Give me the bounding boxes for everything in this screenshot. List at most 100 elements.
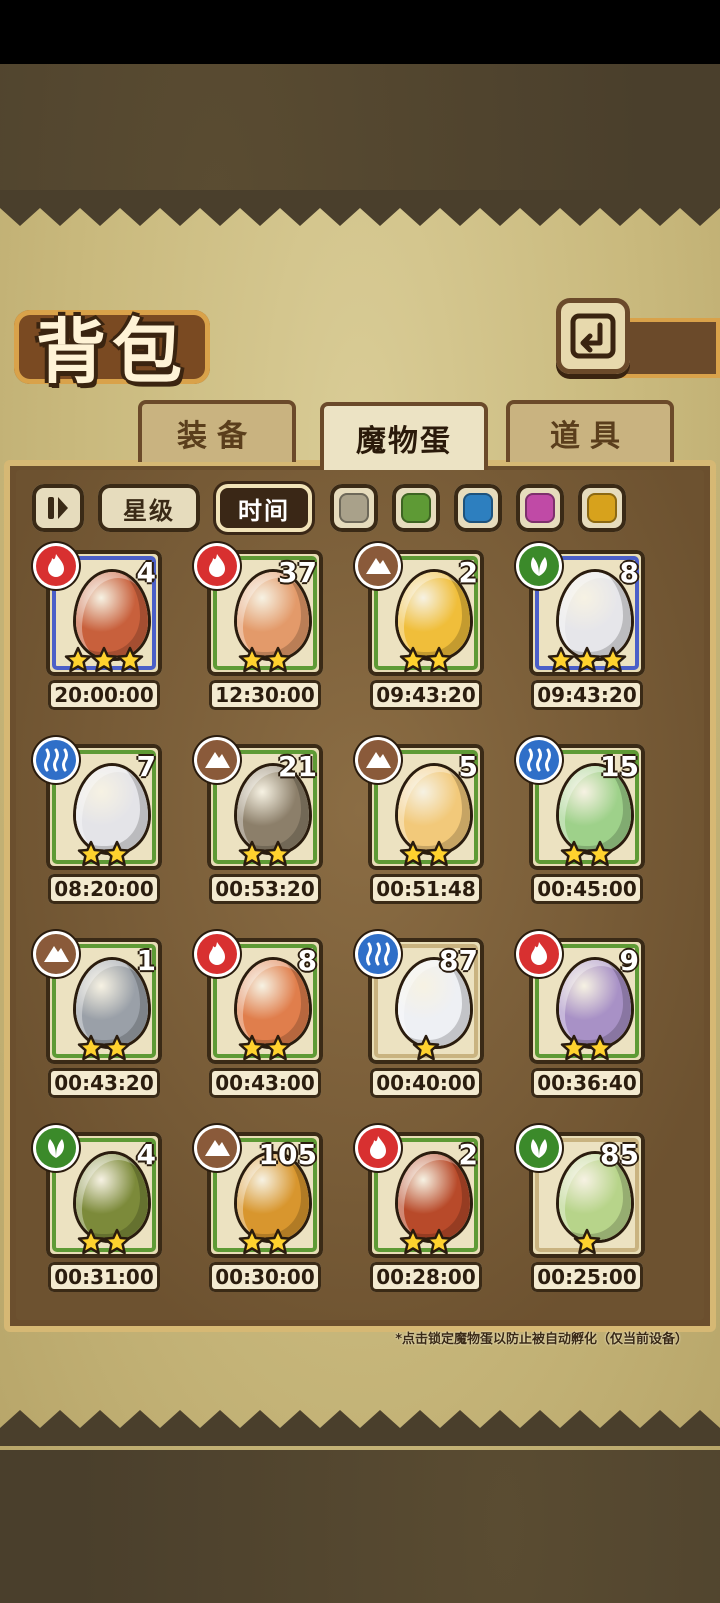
star-rating: [521, 840, 653, 870]
zigzag-top-edge: [0, 190, 720, 226]
egg-card[interactable]: 105 00:30:00: [197, 1128, 331, 1294]
star-icon: [560, 1034, 588, 1062]
tab-monster-eggs[interactable]: 魔物蛋: [320, 402, 488, 470]
hatch-timer: 00:36:40: [531, 1068, 643, 1098]
hatch-timer: 12:30:00: [209, 680, 321, 710]
egg-card[interactable]: 8 09:43:20: [519, 546, 653, 712]
hatch-timer: 09:43:20: [531, 680, 643, 710]
star-icon: [586, 840, 614, 868]
lock-hint-footnote: *点击锁定魔物蛋以防止被自动孵化（仅当前设备）: [395, 1332, 688, 1347]
star-icon: [412, 1034, 440, 1062]
star-rating: [199, 1034, 331, 1064]
tab-items[interactable]: 道具: [506, 400, 674, 462]
hatch-timer: 00:43:00: [209, 1068, 321, 1098]
star-icon: [238, 840, 266, 868]
sort-order-button[interactable]: [32, 484, 84, 532]
filter-green-swatch[interactable]: [392, 484, 440, 532]
star-icon: [399, 840, 427, 868]
nature-element-icon: [519, 546, 559, 586]
star-rating: [521, 1034, 653, 1064]
star-icon: [238, 1034, 266, 1062]
egg-count: 8: [619, 556, 639, 589]
tab-equipment-label: 装备: [177, 419, 257, 454]
hatch-timer: 00:51:48: [370, 874, 482, 904]
star-icon: [573, 646, 601, 674]
egg-count: 4: [136, 1138, 156, 1171]
back-button[interactable]: [556, 298, 630, 374]
fire-element-icon: [36, 546, 76, 586]
egg-count: 15: [600, 750, 639, 783]
egg-card[interactable]: 8 00:43:00: [197, 934, 331, 1100]
star-icon: [264, 1228, 292, 1256]
star-icon: [425, 840, 453, 868]
egg-card[interactable]: 5 00:51:48: [358, 740, 492, 906]
egg-card[interactable]: 87 00:40:00: [358, 934, 492, 1100]
star-rating: [521, 1228, 653, 1258]
star-rating: [199, 840, 331, 870]
egg-count: 8: [297, 944, 317, 977]
egg-card[interactable]: 1 00:43:20: [36, 934, 170, 1100]
hatch-timer: 00:31:00: [48, 1262, 160, 1292]
hatch-timer: 08:20:00: [48, 874, 160, 904]
egg-count: 87: [439, 944, 478, 977]
star-icon: [425, 646, 453, 674]
fire-element-icon: [197, 546, 237, 586]
egg-count: 21: [278, 750, 317, 783]
water-element-icon: [519, 740, 559, 780]
star-icon: [238, 1228, 266, 1256]
egg-card[interactable]: 4 00:31:00: [36, 1128, 170, 1294]
tab-items-label: 道具: [550, 419, 630, 454]
egg-count: 9: [619, 944, 639, 977]
hatch-timer: 00:45:00: [531, 874, 643, 904]
filter-grey-swatch[interactable]: [330, 484, 378, 532]
fire-element-icon: [197, 934, 237, 974]
zigzag-bottom-edge: [0, 1410, 720, 1446]
egg-count: 37: [278, 556, 317, 589]
egg-count: 5: [458, 750, 478, 783]
egg-count: 85: [600, 1138, 639, 1171]
filter-bar: 星级 时间: [32, 484, 692, 534]
egg-card[interactable]: 7 08:20:00: [36, 740, 170, 906]
egg-card[interactable]: 85 00:25:00: [519, 1128, 653, 1294]
star-icon: [560, 840, 588, 868]
nature-element-icon: [36, 1128, 76, 1168]
tab-equipment[interactable]: 装备: [138, 400, 296, 462]
star-icon: [264, 840, 292, 868]
star-icon: [264, 1034, 292, 1062]
filter-pink-swatch[interactable]: [516, 484, 564, 532]
earth-element-icon: [358, 740, 398, 780]
sort-by-star-label: 星级: [123, 496, 175, 525]
egg-count: 1: [136, 944, 156, 977]
egg-count: 105: [258, 1138, 317, 1171]
egg-card[interactable]: 21 00:53:20: [197, 740, 331, 906]
star-icon: [547, 646, 575, 674]
star-icon: [116, 646, 144, 674]
star-rating: [521, 646, 653, 676]
star-icon: [264, 646, 292, 674]
star-icon: [64, 646, 92, 674]
sort-by-time-button[interactable]: 时间: [216, 484, 312, 532]
egg-card[interactable]: 15 00:45:00: [519, 740, 653, 906]
hatch-timer: 00:28:00: [370, 1262, 482, 1292]
star-icon: [103, 1034, 131, 1062]
star-rating: [199, 646, 331, 676]
sort-by-time-label: 时间: [238, 496, 290, 525]
egg-card[interactable]: 9 00:36:40: [519, 934, 653, 1100]
filter-yellow-swatch[interactable]: [578, 484, 626, 532]
egg-card[interactable]: 2 00:28:00: [358, 1128, 492, 1294]
egg-card[interactable]: 4 20:00:00: [36, 546, 170, 712]
hatch-timer: 00:30:00: [209, 1262, 321, 1292]
star-icon: [77, 840, 105, 868]
star-icon: [599, 646, 627, 674]
sort-by-star-button[interactable]: 星级: [98, 484, 200, 532]
star-icon: [77, 1034, 105, 1062]
hatch-timer: 00:25:00: [531, 1262, 643, 1292]
star-icon: [399, 1228, 427, 1256]
star-icon: [90, 646, 118, 674]
fire-element-icon: [358, 1128, 398, 1168]
egg-card[interactable]: 37 12:30:00: [197, 546, 331, 712]
filter-blue-swatch[interactable]: [454, 484, 502, 532]
star-rating: [360, 1034, 492, 1064]
hatch-timer: 00:40:00: [370, 1068, 482, 1098]
egg-card[interactable]: 2 09:43:20: [358, 546, 492, 712]
